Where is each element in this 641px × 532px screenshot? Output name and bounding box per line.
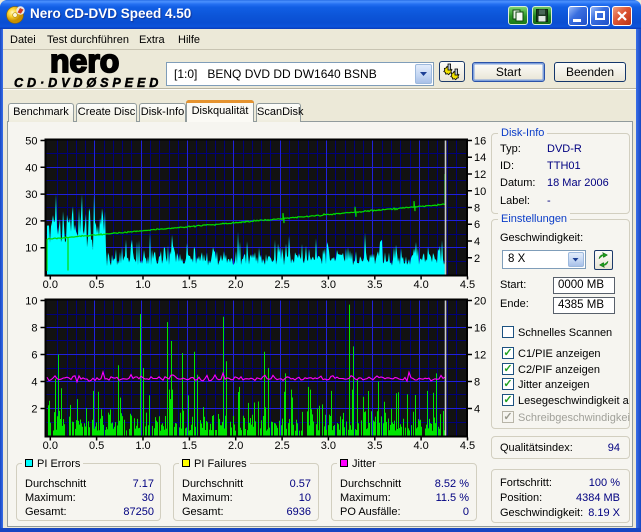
svg-text:4.0: 4.0	[413, 279, 428, 291]
svg-text:14: 14	[474, 152, 486, 164]
svg-text:4: 4	[474, 236, 480, 248]
svg-text:20: 20	[474, 296, 486, 308]
svg-text:0.5: 0.5	[89, 279, 104, 291]
svg-text:6: 6	[474, 219, 480, 231]
svg-text:3.5: 3.5	[367, 440, 382, 452]
svg-text:2.0: 2.0	[228, 440, 243, 452]
svg-text:6: 6	[31, 350, 37, 362]
svg-text:2.5: 2.5	[274, 440, 289, 452]
svg-text:0.5: 0.5	[89, 440, 104, 452]
svg-text:4: 4	[31, 377, 37, 389]
svg-text:4.5: 4.5	[460, 440, 475, 452]
svg-text:16: 16	[474, 323, 486, 335]
svg-text:30: 30	[25, 189, 37, 201]
svg-text:2: 2	[31, 404, 37, 416]
svg-text:4.5: 4.5	[460, 279, 475, 291]
svg-text:50: 50	[25, 136, 37, 148]
svg-text:0.0: 0.0	[43, 440, 58, 452]
svg-text:3.0: 3.0	[321, 440, 336, 452]
svg-text:40: 40	[25, 162, 37, 174]
svg-text:12: 12	[474, 169, 486, 181]
svg-text:1.5: 1.5	[182, 440, 197, 452]
svg-text:10: 10	[25, 243, 37, 255]
svg-text:10: 10	[25, 296, 37, 308]
svg-text:1.0: 1.0	[135, 279, 150, 291]
svg-text:8: 8	[474, 377, 480, 389]
svg-text:10: 10	[474, 186, 486, 198]
svg-text:4: 4	[474, 404, 480, 416]
svg-text:8: 8	[31, 323, 37, 335]
svg-text:4.0: 4.0	[413, 440, 428, 452]
svg-text:0.0: 0.0	[43, 279, 58, 291]
svg-text:2: 2	[474, 253, 480, 265]
svg-text:8: 8	[474, 203, 480, 215]
svg-text:3.0: 3.0	[321, 279, 336, 291]
svg-text:1.0: 1.0	[135, 440, 150, 452]
svg-text:2.5: 2.5	[274, 279, 289, 291]
svg-text:3.5: 3.5	[367, 279, 382, 291]
svg-text:20: 20	[25, 216, 37, 228]
svg-text:16: 16	[474, 136, 486, 148]
svg-text:12: 12	[474, 350, 486, 362]
svg-text:1.5: 1.5	[182, 279, 197, 291]
svg-text:2.0: 2.0	[228, 279, 243, 291]
